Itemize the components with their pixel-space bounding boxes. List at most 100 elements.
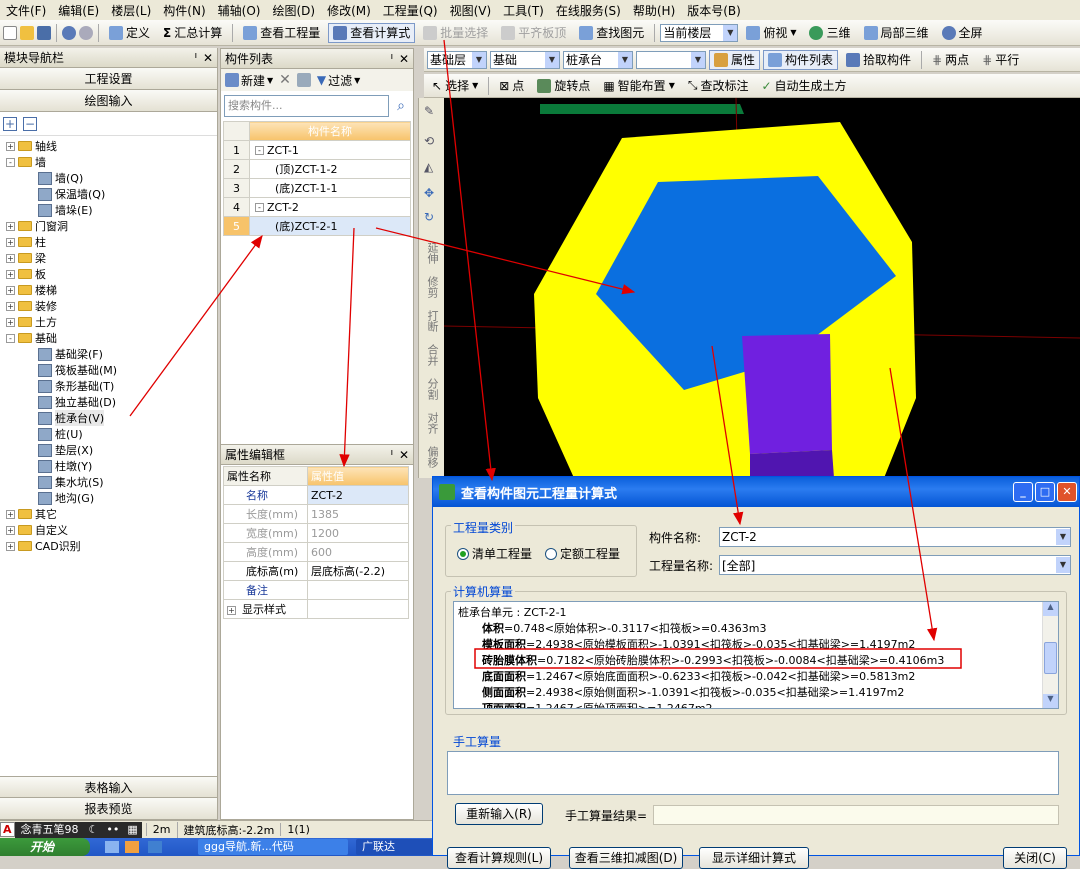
maximize-icon[interactable]: □ (1035, 482, 1055, 502)
component-select[interactable]: ▼ (636, 50, 706, 69)
auto-earthwork-button[interactable]: ✓ 自动生成土方 (756, 76, 851, 96)
drawing-viewport[interactable] (444, 98, 1080, 478)
menu-item[interactable]: 在线服务(S) (550, 2, 627, 19)
nav-tree-item[interactable]: -墙 (6, 154, 46, 170)
two-points-button[interactable]: ⋕ 两点 (927, 50, 974, 70)
menu-item[interactable]: 帮助(H) (627, 2, 681, 19)
nav-tree-item[interactable]: + 梁 (6, 250, 46, 266)
smart-layout-button[interactable]: ▦ 智能布置 ▼ (598, 76, 680, 96)
property-value[interactable]: 1385 (307, 504, 409, 524)
nav-tree-item[interactable]: + 自定义 (6, 522, 68, 538)
view-formula-button[interactable]: 查看计算式 (328, 22, 416, 43)
point-button[interactable]: ⊠ 点 (494, 76, 529, 96)
close-icon[interactable]: ✕ (399, 52, 409, 66)
expand-icon[interactable]: + (6, 541, 15, 551)
open-file-icon[interactable] (20, 25, 34, 40)
define-button[interactable]: 定义 (104, 23, 155, 43)
flush-top-button[interactable]: 平齐板顶 (496, 23, 571, 43)
nav-tree-item[interactable]: + 装修 (6, 298, 57, 314)
taskbar-item[interactable]: ggg导航.新...代码 (198, 839, 348, 855)
expand-icon[interactable]: + (6, 269, 15, 279)
nav-table-input[interactable]: 表格输入 (0, 776, 217, 798)
side-tool-button[interactable]: 偏移 (419, 440, 445, 474)
property-row[interactable]: 长度(mm) 1385 (223, 504, 409, 524)
nav-report-preview[interactable]: 报表预览 (0, 798, 217, 820)
quicklaunch-icon[interactable] (125, 841, 139, 853)
expand-all-icon[interactable]: + (3, 116, 17, 131)
view-3d-deduct-button[interactable]: 查看三维扣减图(D) (569, 847, 683, 869)
property-value[interactable] (307, 580, 409, 600)
view-rules-button[interactable]: 查看计算规则(L) (447, 847, 551, 869)
nav-tree-item[interactable]: 桩承台(V) (38, 410, 105, 426)
undo-icon[interactable] (62, 25, 76, 40)
ime-a-icon[interactable]: A (0, 822, 15, 837)
component-search-input[interactable]: 搜索构件... (224, 95, 389, 117)
property-row[interactable]: 宽度(mm) 1200 (223, 523, 409, 543)
pin-icon[interactable]: ᑊ (391, 448, 393, 462)
nav-tree-item[interactable]: 筏板基础(M) (38, 362, 117, 378)
table-row[interactable]: 3 (底)ZCT-1-1 (223, 178, 411, 198)
scroll-up-icon[interactable]: ▲ (1043, 602, 1058, 616)
nav-tree-item[interactable]: + 轴线 (6, 138, 57, 154)
batch-select-button[interactable]: 批量选择 (418, 23, 493, 43)
close-icon[interactable]: ✕ (203, 51, 213, 65)
close-icon[interactable]: ✕ (1057, 482, 1077, 502)
property-value[interactable]: ZCT-2 (307, 485, 409, 505)
property-value[interactable]: 1200 (307, 523, 409, 543)
view-qty-button[interactable]: 查看工程量 (238, 23, 325, 43)
menu-item[interactable]: 楼层(L) (105, 2, 157, 19)
nav-tree-item[interactable]: + 楼梯 (6, 282, 57, 298)
radio-quota-qty[interactable]: 定额工程量 (545, 545, 620, 562)
taskbar-item[interactable]: 广联达 (356, 839, 432, 855)
nav-tree-item[interactable]: 墙(Q) (38, 170, 83, 186)
collapse-icon[interactable]: - (6, 333, 15, 343)
nav-tree-item[interactable]: 基础梁(F) (38, 346, 103, 362)
side-tool-button[interactable]: 对齐 (419, 406, 445, 440)
scrollbar[interactable]: ▲ ▼ (1042, 602, 1058, 708)
filter-button[interactable]: ▼ 过滤 ▼ (317, 72, 360, 89)
nav-tree-item[interactable]: 独立基础(D) (38, 394, 116, 410)
menu-item[interactable]: 工具(T) (497, 2, 550, 19)
side-tool-button[interactable]: 打断 (419, 304, 445, 338)
property-value[interactable]: 600 (307, 542, 409, 562)
new-file-icon[interactable] (3, 25, 17, 40)
rotate-tool-icon[interactable]: ⟲ (424, 134, 438, 148)
nav-tree-item[interactable]: + 其它 (6, 506, 57, 522)
component-cell[interactable]: (顶)ZCT-1-2 (249, 159, 411, 179)
expand-icon[interactable]: + (6, 141, 15, 151)
menu-item[interactable]: 版本号(B) (681, 2, 747, 19)
nav-tree-item[interactable]: + 门窗洞 (6, 218, 68, 234)
nav-tree-item[interactable]: + 板 (6, 266, 46, 282)
sum-calc-button[interactable]: Σ 汇总计算 (158, 23, 227, 43)
category-select[interactable]: 基础 ▼ (490, 50, 560, 69)
expand-icon[interactable]: + (6, 525, 15, 535)
component-cell[interactable]: - ZCT-1 (249, 140, 411, 160)
component-cell[interactable]: (底)ZCT-2-1 (249, 216, 411, 236)
menu-item[interactable]: 辅轴(O) (212, 2, 267, 19)
manual-calc-input[interactable] (447, 751, 1059, 795)
refresh-icon[interactable]: ↻ (424, 210, 438, 224)
ime-moon-icon[interactable]: ☾ (84, 821, 103, 838)
search-icon[interactable]: ⌕ (391, 95, 411, 117)
new-button[interactable]: 新建 ▼ (225, 72, 273, 89)
side-tool-button[interactable]: 分割 (419, 372, 445, 406)
three-d-button[interactable]: 三维 (804, 23, 855, 43)
collapse-icon[interactable]: - (255, 203, 264, 212)
nav-tree-item[interactable]: 垫层(X) (38, 442, 93, 458)
side-tool-button[interactable]: 延伸 (419, 236, 445, 270)
menu-item[interactable]: 文件(F) (0, 2, 52, 19)
property-row[interactable]: 高度(mm) 600 (223, 542, 409, 562)
modify-label-button[interactable]: ⤡ 查改标注 (683, 76, 754, 96)
properties-button[interactable]: 属性 (709, 49, 761, 70)
local-3d-button[interactable]: 局部三维 (859, 23, 934, 43)
layer-select[interactable]: 基础层 ▼ (427, 50, 487, 69)
quicklaunch-icon[interactable] (105, 841, 119, 853)
property-row[interactable]: + 显示样式 (223, 599, 409, 619)
mirror-icon[interactable]: ◭ (424, 160, 438, 174)
nav-tree-item[interactable]: + CAD识别 (6, 538, 81, 554)
menu-item[interactable]: 视图(V) (444, 2, 498, 19)
expand-icon[interactable]: + (6, 285, 15, 295)
redo-icon[interactable] (79, 25, 93, 40)
property-row[interactable]: 名称 ZCT-2 (223, 485, 409, 505)
nav-tree-item[interactable]: 保温墙(Q) (38, 186, 105, 202)
